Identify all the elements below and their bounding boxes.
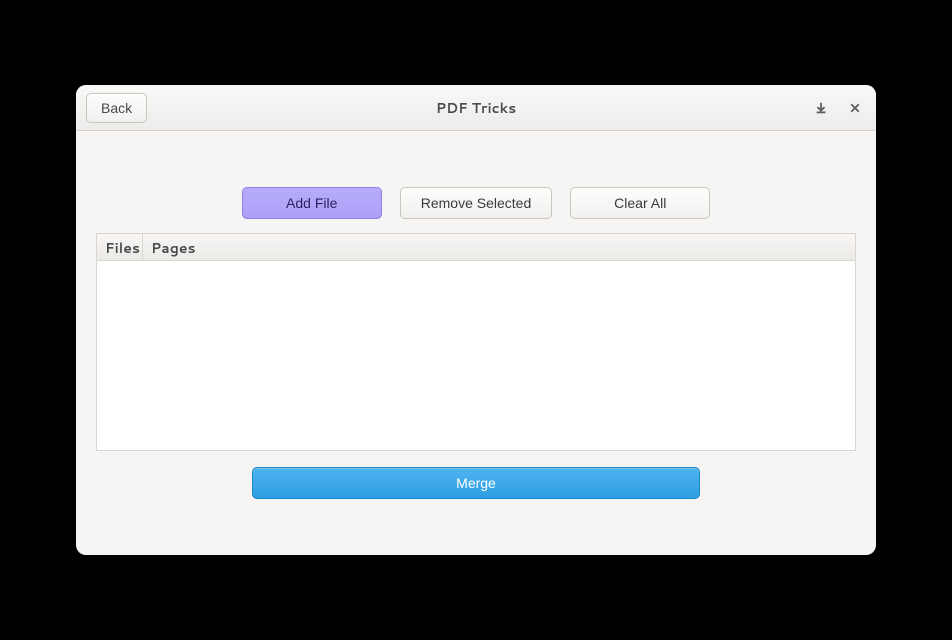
back-button[interactable]: Back (86, 93, 147, 123)
add-file-button[interactable]: Add File (242, 187, 382, 219)
window-title: PDF Tricks (76, 98, 876, 118)
headerbar-controls (810, 97, 866, 119)
toolbar: Add File Remove Selected Clear All (76, 131, 876, 233)
column-header-files[interactable]: Files (97, 234, 143, 260)
download-icon[interactable] (810, 97, 832, 119)
merge-bar: Merge (76, 461, 876, 529)
close-icon[interactable] (844, 97, 866, 119)
table-header: Files Pages (97, 234, 855, 261)
clear-all-button[interactable]: Clear All (570, 187, 710, 219)
table-body[interactable] (97, 261, 855, 450)
headerbar: Back PDF Tricks (76, 85, 876, 131)
app-window: Back PDF Tricks Add File Remove Selected… (76, 85, 876, 555)
content-area: Add File Remove Selected Clear All Files… (76, 131, 876, 555)
remove-selected-button[interactable]: Remove Selected (400, 187, 553, 219)
merge-button[interactable]: Merge (252, 467, 700, 499)
file-table: Files Pages (96, 233, 856, 451)
column-header-pages[interactable]: Pages (143, 234, 204, 260)
